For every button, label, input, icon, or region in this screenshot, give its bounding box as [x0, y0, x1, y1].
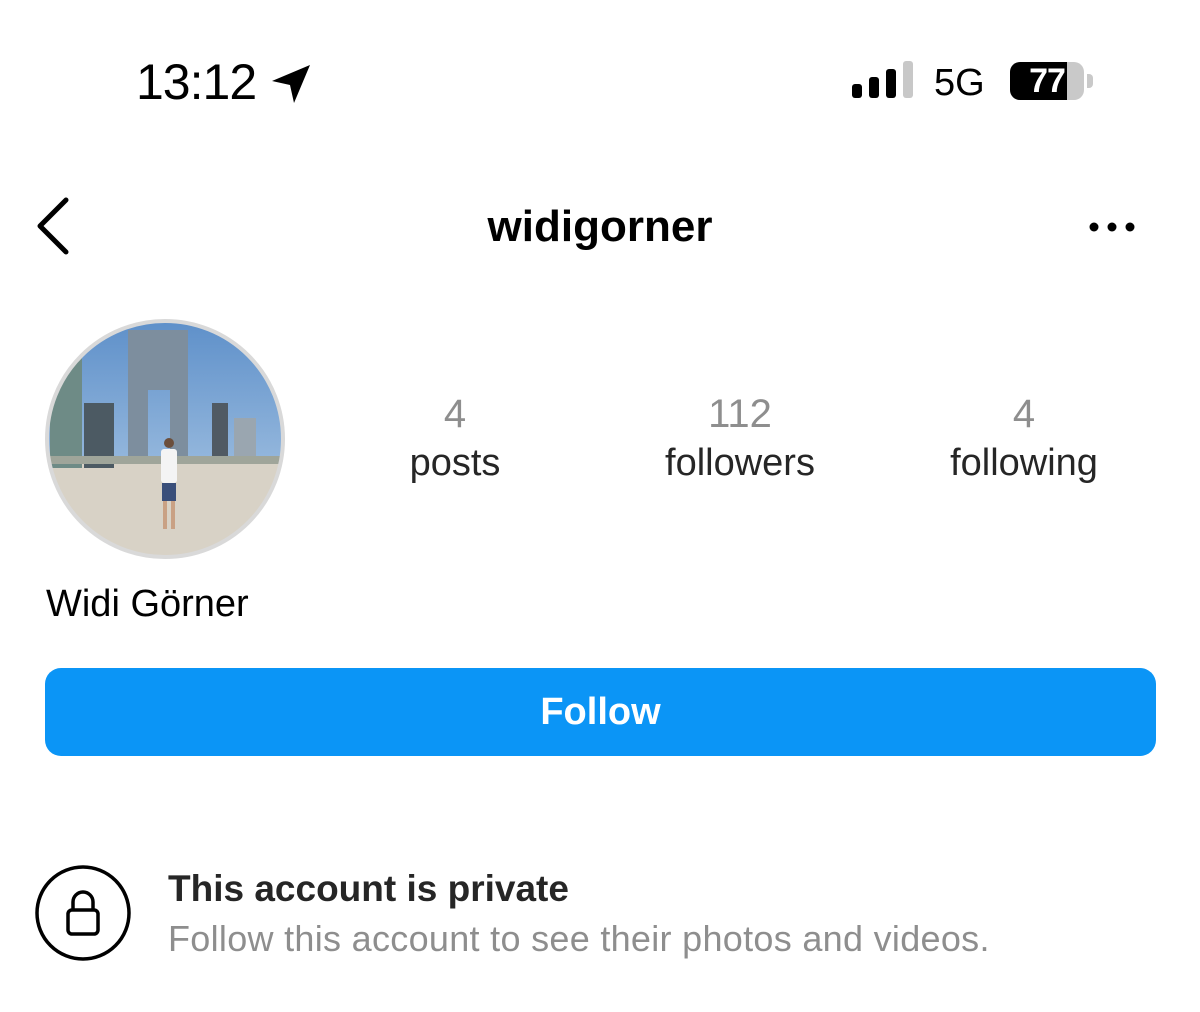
stat-posts-count: 4 [443, 392, 467, 436]
stat-following-count: 4 [1012, 392, 1036, 436]
location-arrow-icon [272, 65, 310, 103]
follow-button[interactable]: Follow [45, 668, 1156, 756]
profile-avatar[interactable] [44, 318, 286, 560]
private-account-title: This account is private [168, 868, 569, 909]
stat-posts[interactable]: 4 posts [325, 388, 585, 486]
battery-level: 77 [1029, 62, 1066, 100]
stat-following-label: following [950, 442, 1098, 484]
stat-following[interactable]: 4 following [894, 388, 1154, 486]
stat-followers[interactable]: 112 followers [610, 388, 870, 486]
stat-followers-label: followers [665, 442, 815, 484]
more-horizontal-icon[interactable] [1088, 215, 1136, 239]
profile-username: widigorner [487, 202, 713, 251]
battery-indicator: 77 [1010, 62, 1100, 102]
cellular-signal-icon [852, 61, 913, 98]
private-account-subtitle: Follow this account to see their photos … [168, 918, 990, 959]
stat-posts-label: posts [409, 442, 501, 484]
profile-full-name: Widi Görner [46, 583, 249, 625]
battery-cap [1087, 74, 1093, 88]
lock-icon [35, 865, 131, 961]
network-type: 5G [934, 62, 985, 104]
status-time: 13:12 [136, 54, 257, 110]
stat-followers-count: 112 [708, 392, 772, 436]
